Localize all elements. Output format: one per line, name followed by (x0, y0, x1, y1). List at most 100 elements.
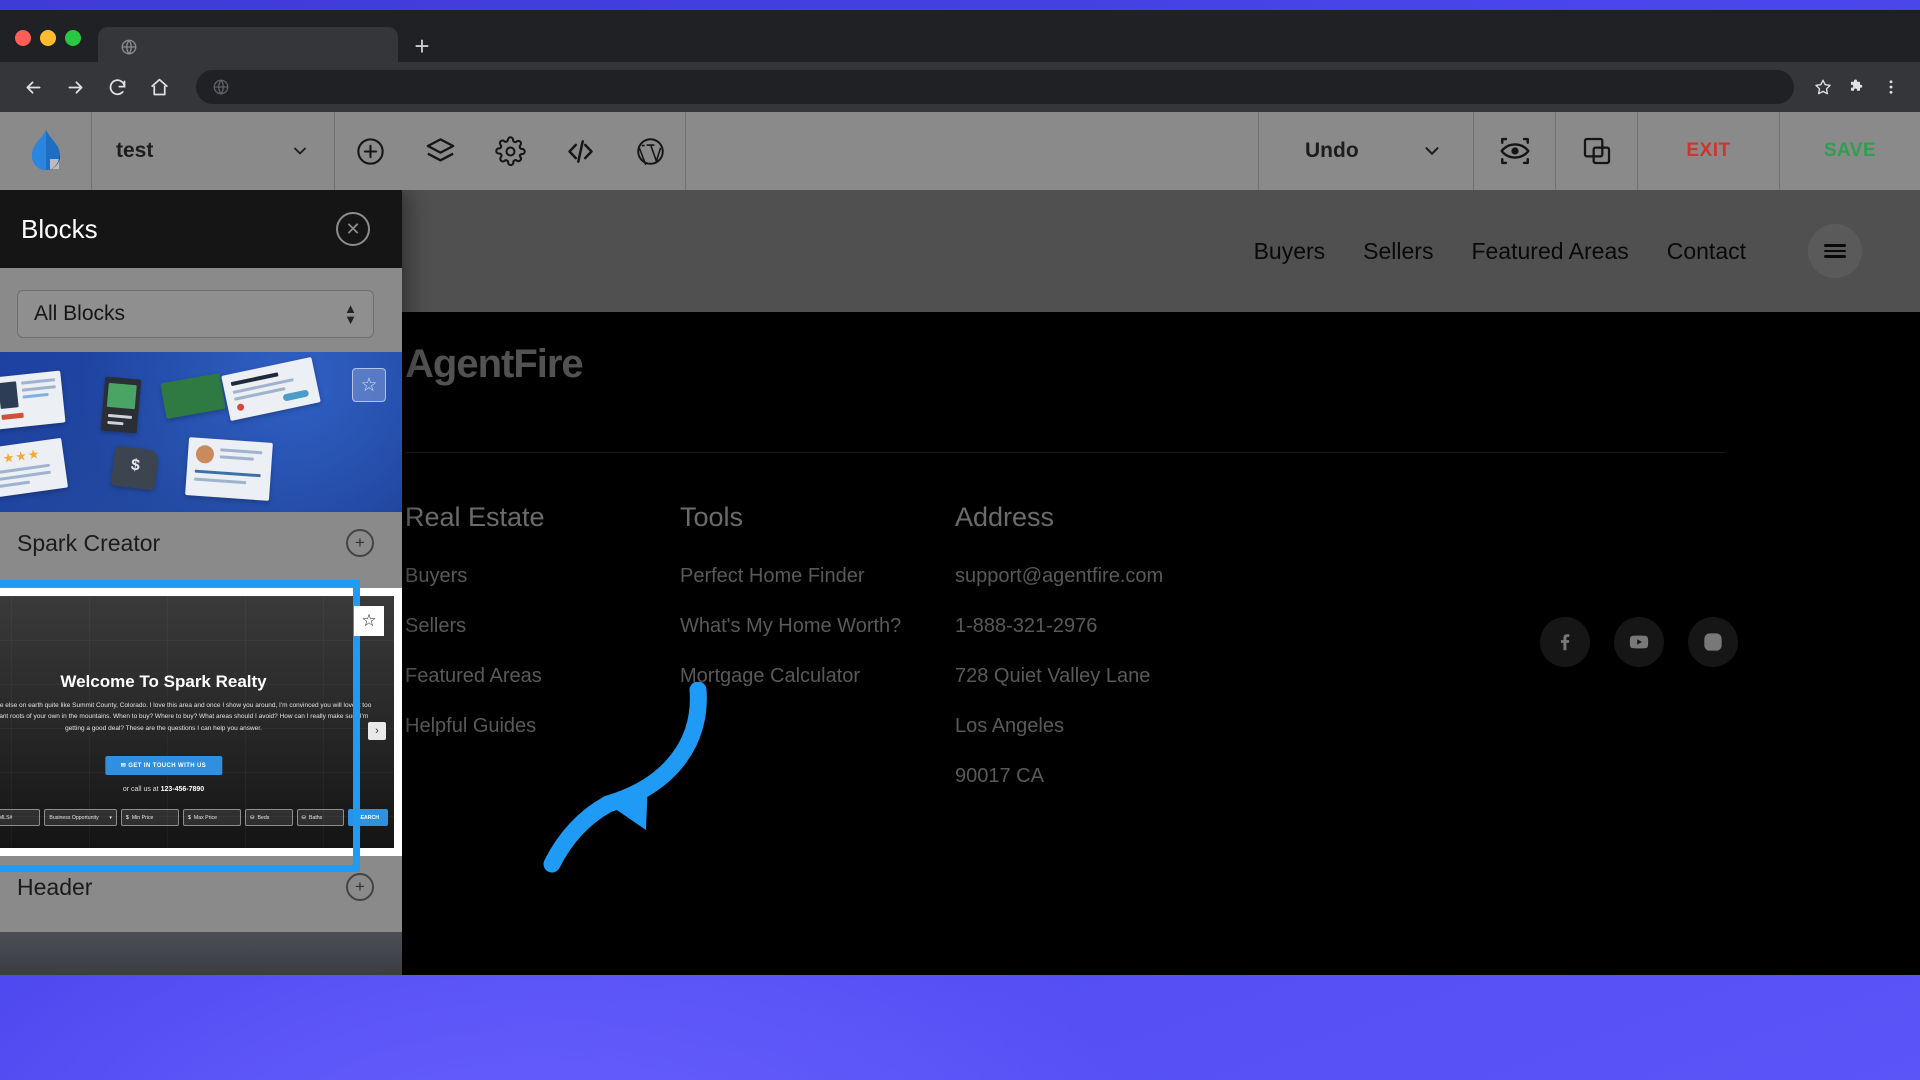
gear-icon[interactable] (475, 135, 545, 167)
search-baths-select[interactable]: ⛁ Baths (296, 809, 345, 826)
code-brackets-icon[interactable] (545, 135, 615, 168)
save-label: SAVE (1823, 140, 1877, 161)
footer-link-sellers[interactable]: Sellers (405, 615, 680, 638)
plus-circle-icon[interactable]: + (346, 873, 374, 901)
search-location-placeholder: City, Community, Zip or MLS# (0, 814, 13, 821)
globe-icon (213, 79, 229, 95)
undo-dropdown[interactable]: Undo (1259, 112, 1474, 190)
search-beds-select[interactable]: ⛁ Beds (245, 809, 293, 826)
hero-body-text: There's no place else on earth quite lik… (0, 702, 372, 732)
address-input[interactable] (196, 70, 1794, 104)
forward-arrow-icon[interactable] (56, 68, 94, 106)
exit-button[interactable]: EXIT (1638, 112, 1780, 190)
select-arrows-icon: ▲ ▼ (344, 301, 357, 327)
star-icon[interactable]: ☆ (352, 368, 386, 402)
block-card-header[interactable]: ☆ Welcome To Spark Realty There's no pla… (0, 580, 402, 918)
blocks-filter-value: All Blocks (34, 302, 126, 325)
hero-preview: ☆ Welcome To Spark Realty There's no pla… (0, 596, 394, 848)
chevron-right-icon[interactable]: › (368, 722, 386, 740)
footer-link-helpful-guides[interactable]: Helpful Guides (405, 715, 680, 738)
search-location-input[interactable]: City, Community, Zip or MLS# (0, 809, 41, 826)
envelope-icon: ✉ (120, 763, 129, 769)
search-property-type-select[interactable]: Business Opportunity ▾ (44, 809, 117, 826)
maximize-window-button[interactable] (65, 30, 81, 46)
block-card-label-row: Spark Creator + (0, 512, 402, 574)
minimize-window-button[interactable] (40, 30, 56, 46)
responsive-layout-button[interactable] (1556, 112, 1638, 190)
site-selector[interactable]: test (92, 112, 335, 190)
nav-link-featured-areas[interactable]: Featured Areas (1471, 238, 1628, 265)
search-min-price-input[interactable]: $ Min Price (120, 809, 180, 826)
home-icon[interactable] (140, 68, 178, 106)
save-button[interactable]: SAVE (1780, 112, 1920, 190)
chevron-down-icon (294, 147, 306, 155)
decorative-doc (0, 370, 66, 430)
hero-call-number: 123-456-7890 (160, 786, 205, 793)
preview-button[interactable] (1474, 112, 1556, 190)
blocks-panel: Blocks ✕ All Blocks ▲ ▼ ☆ ★★★★★ $ Spark … (0, 190, 402, 975)
browser-tab[interactable] (98, 27, 398, 67)
footer-link-featured-areas[interactable]: Featured Areas (405, 665, 680, 688)
youtube-icon[interactable] (1614, 617, 1664, 667)
nav-link-buyers[interactable]: Buyers (1254, 238, 1326, 265)
footer-phone[interactable]: 1-888-321-2976 (955, 615, 1230, 638)
footer-column-address: Address support@agentfire.com 1-888-321-… (955, 502, 1230, 815)
hero-title: Welcome To Spark Realty (60, 672, 267, 691)
block-label: Spark Creator (17, 529, 161, 556)
footer-email[interactable]: support@agentfire.com (955, 565, 1230, 588)
hamburger-menu-icon[interactable] (1808, 224, 1862, 278)
block-thumbnail (0, 932, 402, 975)
star-icon[interactable] (1808, 72, 1838, 102)
reload-icon[interactable] (98, 68, 136, 106)
editor-tools-group (335, 112, 686, 190)
nav-link-contact[interactable]: Contact (1667, 238, 1746, 265)
exit-label: EXIT (1686, 140, 1731, 161)
block-label: Header (17, 873, 93, 900)
decorative-chart (160, 373, 226, 419)
facebook-icon[interactable] (1540, 617, 1590, 667)
back-arrow-icon[interactable] (14, 68, 52, 106)
nav-link-sellers[interactable]: Sellers (1363, 238, 1433, 265)
layers-icon[interactable] (405, 135, 475, 168)
eye-preview-icon (1499, 137, 1530, 165)
block-card-next[interactable] (0, 932, 402, 975)
footer-zip: 90017 CA (955, 765, 1044, 787)
window-traffic-lights (15, 30, 81, 46)
block-card-label-row: Header + (0, 856, 402, 918)
search-submit-button[interactable]: SEARCH (348, 809, 388, 826)
footer-column-tools: Tools Perfect Home Finder What's My Home… (680, 502, 955, 815)
block-card-spark-creator[interactable]: ☆ ★★★★★ $ Spark Creator + (0, 352, 402, 574)
agentfire-flame-logo[interactable] (0, 112, 92, 190)
decorative-review: ★★★★★ (0, 437, 69, 501)
instagram-icon[interactable] (1688, 617, 1738, 667)
close-circle-icon[interactable]: ✕ (336, 212, 370, 246)
browser-tab-strip: + (0, 10, 1920, 67)
footer-column-title: Address (955, 502, 1055, 532)
search-max-price-input[interactable]: $ Max Price (183, 809, 242, 826)
decorative-price-tag: $ (110, 445, 160, 491)
add-block-button[interactable] (335, 136, 405, 167)
hero-cta-label: GET IN TOUCH WITH US (128, 763, 207, 769)
footer-column-title: Real Estate (405, 502, 545, 532)
wordpress-icon[interactable] (615, 136, 685, 167)
footer-link-home-worth[interactable]: What's My Home Worth? (680, 615, 955, 638)
plus-circle-icon[interactable]: + (346, 529, 374, 557)
hero-property-search-bar: City, Community, Zip or MLS# Business Op… (0, 809, 394, 826)
blocks-filter-select[interactable]: All Blocks ▲ ▼ (17, 290, 374, 338)
footer-city: Los Angeles (955, 715, 1064, 737)
new-tab-button[interactable]: + (405, 32, 439, 62)
close-window-button[interactable] (15, 30, 31, 46)
footer-link-perfect-home-finder[interactable]: Perfect Home Finder (680, 565, 955, 588)
footer-link-buyers[interactable]: Buyers (405, 565, 680, 588)
toolbar-spacer (686, 112, 1259, 190)
block-thumbnail: ☆ Welcome To Spark Realty There's no pla… (0, 588, 402, 856)
hero-cta-button[interactable]: ✉ GET IN TOUCH WITH US (104, 756, 223, 775)
star-icon[interactable]: ☆ (354, 606, 384, 636)
puzzle-icon[interactable] (1842, 72, 1872, 102)
search-max-price-placeholder: Max Price (193, 814, 217, 821)
footer-brand: AgentFire (405, 342, 584, 386)
search-beds-label: Beds (257, 814, 270, 821)
hero-call-line: or call us at 123-456-7890 (0, 786, 394, 793)
footer-link-mortgage-calculator[interactable]: Mortgage Calculator (680, 665, 955, 688)
three-dots-icon[interactable] (1876, 72, 1906, 102)
